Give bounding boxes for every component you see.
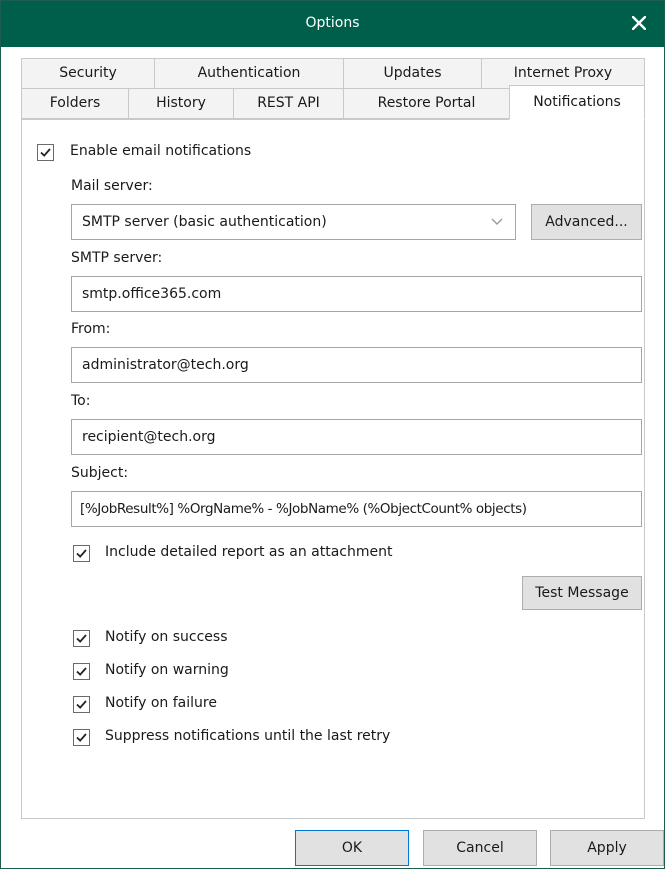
enable-email-checkbox[interactable] <box>37 144 54 161</box>
title-bar: Options <box>1 1 664 47</box>
test-message-button[interactable]: Test Message <box>522 576 642 610</box>
tab-restore-portal[interactable]: Restore Portal <box>343 88 510 119</box>
checkmark-icon <box>76 700 87 709</box>
subject-label: Subject: <box>71 465 129 481</box>
chevron-down-icon <box>491 205 503 239</box>
checkmark-icon <box>76 667 87 676</box>
advanced-button[interactable]: Advanced... <box>531 204 642 240</box>
to-input[interactable]: recipient@tech.org <box>71 419 642 455</box>
tab-notifications[interactable]: Notifications <box>509 85 645 120</box>
smtp-server-label: SMTP server: <box>71 250 163 266</box>
notify-failure-label: Notify on failure <box>105 695 217 711</box>
from-input[interactable]: administrator@tech.org <box>71 347 642 383</box>
options-dialog: Options Security Authentication Updates … <box>0 0 665 869</box>
suppress-notifications-label: Suppress notifications until the last re… <box>105 728 391 744</box>
tab-authentication[interactable]: Authentication <box>154 58 344 88</box>
checkmark-icon <box>76 733 87 742</box>
tab-rest-api[interactable]: REST API <box>233 88 344 119</box>
cancel-button[interactable]: Cancel <box>423 830 537 866</box>
tab-security[interactable]: Security <box>21 58 155 88</box>
tab-folders[interactable]: Folders <box>21 88 129 119</box>
enable-email-label: Enable email notifications <box>70 143 252 159</box>
subject-input[interactable]: [%JobResult%] %OrgName% - %JobName% (%Ob… <box>71 491 642 527</box>
to-label: To: <box>71 393 91 409</box>
checkmark-icon <box>76 549 87 558</box>
tab-updates[interactable]: Updates <box>343 58 482 88</box>
mail-server-value: SMTP server (basic authentication) <box>82 214 327 230</box>
mail-server-label: Mail server: <box>71 178 153 194</box>
mail-server-select[interactable]: SMTP server (basic authentication) <box>71 204 516 240</box>
notify-warning-label: Notify on warning <box>105 662 229 678</box>
include-report-checkbox[interactable] <box>73 545 90 562</box>
window-title: Options <box>305 15 360 31</box>
tab-internet-proxy[interactable]: Internet Proxy <box>481 58 645 88</box>
notify-failure-checkbox[interactable] <box>73 696 90 713</box>
close-button[interactable] <box>622 7 656 41</box>
close-icon <box>632 16 646 30</box>
notify-success-checkbox[interactable] <box>73 630 90 647</box>
notify-warning-checkbox[interactable] <box>73 663 90 680</box>
checkmark-icon <box>76 634 87 643</box>
apply-button[interactable]: Apply <box>550 830 664 866</box>
ok-button[interactable]: OK <box>295 830 409 866</box>
from-label: From: <box>71 321 111 337</box>
notify-success-label: Notify on success <box>105 629 228 645</box>
smtp-server-input[interactable]: smtp.office365.com <box>71 276 642 312</box>
suppress-notifications-checkbox[interactable] <box>73 729 90 746</box>
checkmark-icon <box>40 148 51 157</box>
tab-history[interactable]: History <box>128 88 234 119</box>
include-report-label: Include detailed report as an attachment <box>105 544 393 560</box>
